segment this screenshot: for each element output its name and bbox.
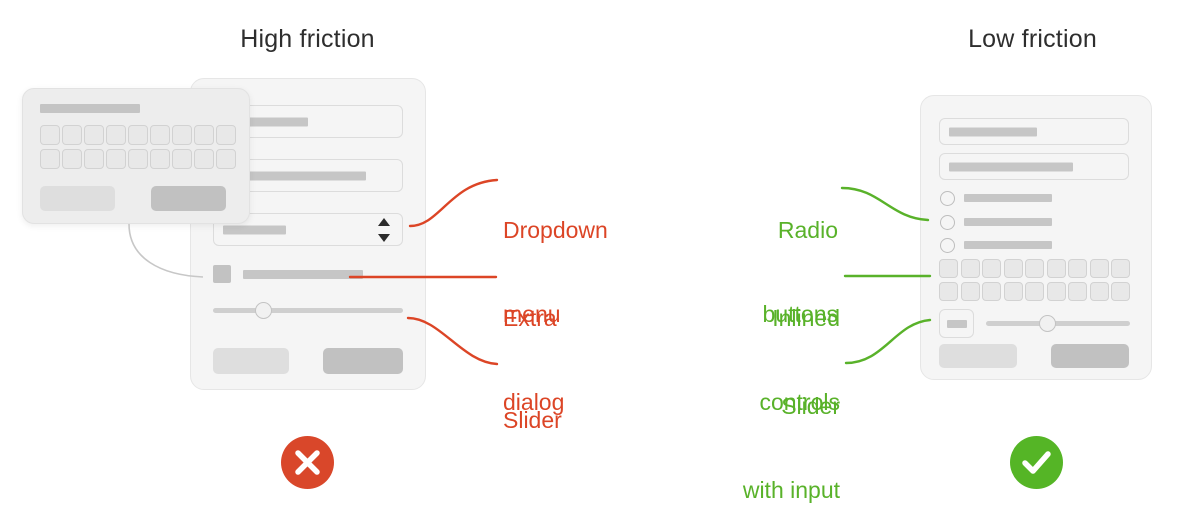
primary-button[interactable] <box>1051 344 1129 368</box>
keypad-key[interactable] <box>1025 282 1044 301</box>
slider-track[interactable] <box>986 321 1130 326</box>
keypad-key[interactable] <box>1003 282 1023 301</box>
checkbox-icon[interactable] <box>213 265 231 283</box>
overlay-keypad[interactable] <box>40 125 236 173</box>
annotation-line: Slider <box>781 393 840 419</box>
keypad-key[interactable] <box>150 125 170 145</box>
text-input-2[interactable] <box>939 153 1129 180</box>
keypad-key[interactable] <box>960 282 980 301</box>
input-placeholder-fill <box>949 127 1037 136</box>
input-placeholder-fill <box>949 162 1073 171</box>
keypad-key[interactable] <box>1003 259 1023 278</box>
radio-group[interactable] <box>940 191 1130 253</box>
keypad-key[interactable] <box>939 259 958 278</box>
extra-dialog-overlay[interactable] <box>22 88 250 224</box>
keypad-key[interactable] <box>216 149 236 169</box>
chevron-up-down-icon[interactable] <box>378 217 390 243</box>
overlay-primary-button[interactable] <box>151 186 226 211</box>
radio-option-1[interactable] <box>940 191 1110 206</box>
keypad-key[interactable] <box>106 149 126 169</box>
page-title-high-friction: High friction <box>240 25 375 53</box>
radio-label-fill <box>964 241 1052 249</box>
verdict-bad-badge <box>281 436 334 489</box>
keypad-key[interactable] <box>194 149 214 169</box>
radio-option-2[interactable] <box>940 215 1110 230</box>
inlined-keypad[interactable] <box>939 259 1130 302</box>
annotation-line: Dropdown <box>503 217 608 243</box>
keypad-key[interactable] <box>1111 259 1130 278</box>
cross-icon <box>295 450 320 475</box>
keypad-key[interactable] <box>1111 282 1130 301</box>
check-icon <box>1022 451 1051 474</box>
slider-track[interactable] <box>213 308 403 313</box>
dialog-title-bar <box>40 104 140 113</box>
annotation-line: Radio <box>777 217 838 243</box>
keypad-key[interactable] <box>62 149 82 169</box>
keypad-key[interactable] <box>216 125 236 145</box>
slider-value-fill <box>947 319 967 328</box>
keypad-key[interactable] <box>1046 259 1066 278</box>
radio-option-3[interactable] <box>940 238 1110 253</box>
keypad-key[interactable] <box>40 125 60 145</box>
annotation-line: Inlined <box>772 305 840 331</box>
slider-knob[interactable] <box>255 302 272 319</box>
keypad-key[interactable] <box>1089 282 1109 301</box>
keypad-key[interactable] <box>40 149 60 169</box>
keypad-key[interactable] <box>1068 282 1087 301</box>
keypad-key[interactable] <box>982 259 1001 278</box>
keypad-key[interactable] <box>106 125 126 145</box>
slider-knob[interactable] <box>1039 315 1056 332</box>
keypad-key[interactable] <box>1089 259 1109 278</box>
slider[interactable] <box>213 301 403 319</box>
annotation-line: Slider <box>503 407 562 433</box>
radio-label-fill <box>964 194 1052 202</box>
verdict-good-badge <box>1010 436 1063 489</box>
keypad-key[interactable] <box>194 125 214 145</box>
secondary-button[interactable] <box>213 348 289 374</box>
low-friction-dialog <box>920 95 1152 380</box>
annotation-line: with input <box>742 477 840 503</box>
keypad-key[interactable] <box>1068 259 1087 278</box>
keypad-key[interactable] <box>1046 282 1066 301</box>
annotation-line: Extra <box>503 305 557 331</box>
radio-icon[interactable] <box>940 191 955 206</box>
checkbox-row[interactable] <box>213 265 363 283</box>
keypad-key[interactable] <box>62 125 82 145</box>
secondary-button[interactable] <box>939 344 1017 368</box>
keypad-key[interactable] <box>172 125 192 145</box>
overlay-secondary-button[interactable] <box>40 186 115 211</box>
primary-button[interactable] <box>323 348 403 374</box>
keypad-key[interactable] <box>84 125 104 145</box>
checkbox-label-fill <box>243 270 363 279</box>
keypad-key[interactable] <box>960 259 980 278</box>
keypad-key[interactable] <box>150 149 170 169</box>
keypad-key[interactable] <box>939 282 958 301</box>
annotation-slider: Slider <box>503 350 562 462</box>
radio-label-fill <box>964 218 1052 226</box>
keypad-key[interactable] <box>982 282 1001 301</box>
keypad-key[interactable] <box>128 149 148 169</box>
slider-value-input[interactable] <box>939 309 974 338</box>
dropdown-value-fill <box>223 225 286 234</box>
keypad-key[interactable] <box>172 149 192 169</box>
keypad-key[interactable] <box>84 149 104 169</box>
keypad-key[interactable] <box>128 125 148 145</box>
page-title-low-friction: Low friction <box>968 25 1097 53</box>
keypad-key[interactable] <box>1025 259 1044 278</box>
slider-with-input[interactable] <box>939 309 1130 339</box>
text-input-1[interactable] <box>939 118 1129 145</box>
radio-icon[interactable] <box>940 238 955 253</box>
annotation-slider-with-input: Slider with input <box>600 336 840 532</box>
radio-icon[interactable] <box>940 215 955 230</box>
